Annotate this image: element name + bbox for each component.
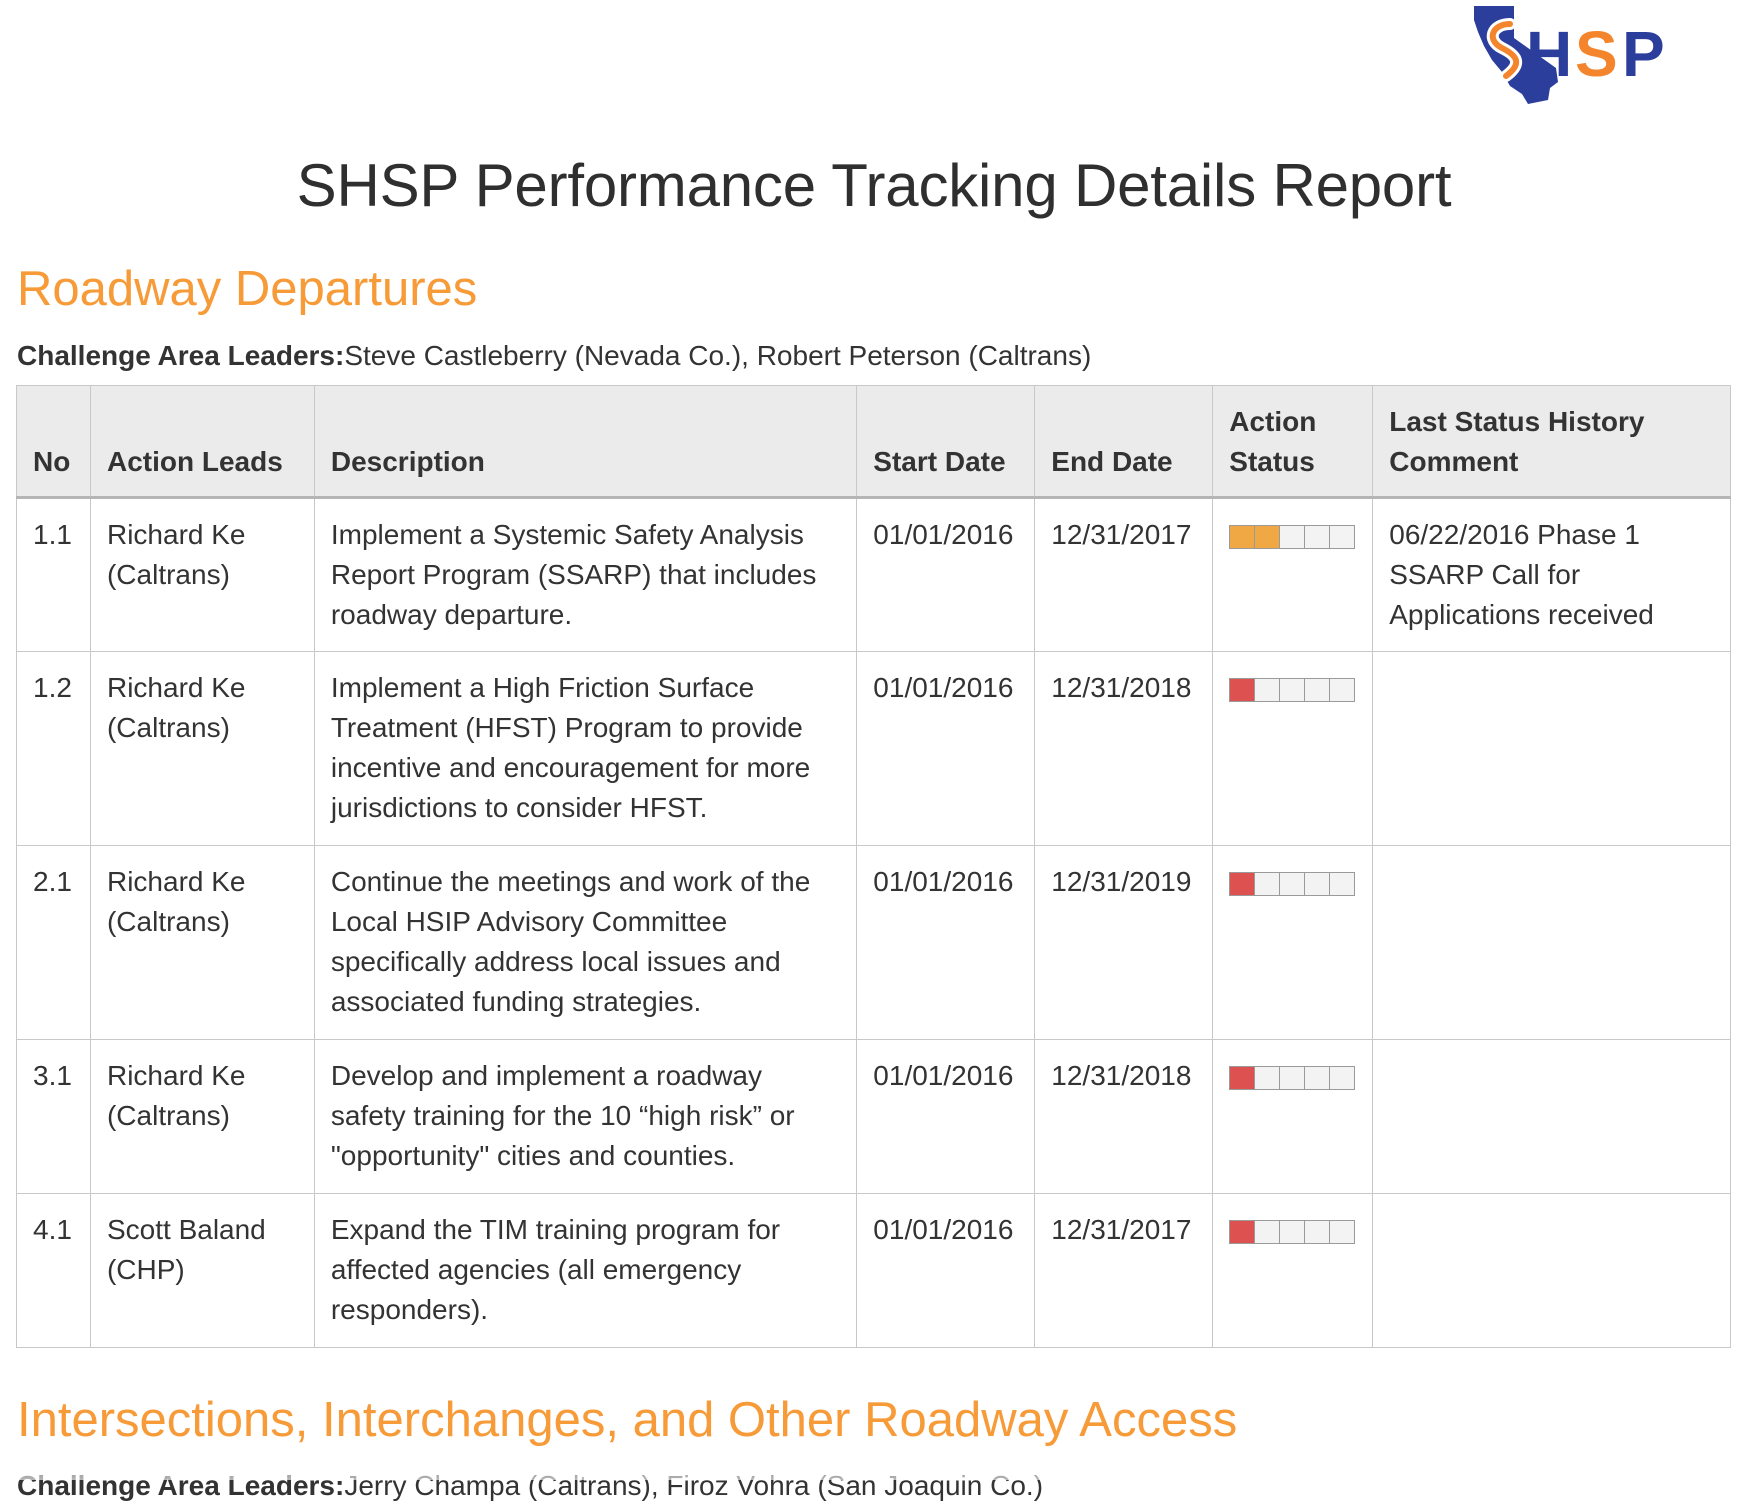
row-start-date: 01/01/2016 [856,1039,1036,1194]
svg-text:H: H [1526,18,1572,90]
shsp-logo: H S P [1474,6,1665,104]
row-description: Implement a Systemic Safety Analysis Rep… [313,497,858,652]
status-segment-empty [1330,679,1355,701]
row-end-date: 12/31/2017 [1034,497,1214,652]
row-start-date: 01/01/2016 [856,1193,1036,1348]
row-start-date: 01/01/2016 [856,497,1036,652]
column-header-description: Description [313,385,858,499]
status-segment-filled [1230,1067,1256,1089]
status-segment-empty [1255,1221,1281,1243]
row-action-lead: Richard Ke (Caltrans) [89,1039,315,1194]
row-no: 4.1 [16,1193,91,1348]
column-header-start-date: Start Date [856,385,1036,499]
row-start-date: 01/01/2016 [856,845,1036,1040]
row-action-status [1212,1193,1374,1348]
status-segment-filled [1255,526,1281,548]
status-segment-empty [1280,526,1306,548]
row-last-comment [1372,651,1731,846]
row-last-comment: 06/22/2016 Phase 1 SSARP Call for Applic… [1372,497,1731,652]
status-segment-empty [1255,873,1281,895]
status-segment-empty [1305,679,1331,701]
report-page: H S P SHSP Performance Tracking Details … [0,0,1748,1501]
status-segment-empty [1330,526,1355,548]
column-header-action-leads: Action Leads [89,385,315,499]
row-description: Expand the TIM training program for affe… [313,1193,858,1348]
tracking-table: No Action Leads Description Start Date E… [16,385,1731,1348]
svg-text:P: P [1622,18,1665,90]
row-last-comment [1372,1039,1731,1194]
status-segment-filled [1230,679,1256,701]
row-description: Continue the meetings and work of the Lo… [313,845,858,1040]
row-end-date: 12/31/2018 [1034,651,1214,846]
status-progress-bar [1229,872,1356,896]
table-row: 2.1 Richard Ke (Caltrans) Continue the m… [16,845,1731,1040]
row-action-status [1212,845,1374,1040]
svg-text:S: S [1575,18,1618,90]
status-progress-bar [1229,1220,1356,1244]
status-segment-empty [1330,1221,1355,1243]
status-segment-filled [1230,873,1256,895]
status-segment-empty [1305,873,1331,895]
challenge-area-leaders: Challenge Area Leaders:Steve Castleberry… [17,340,1091,372]
status-segment-filled [1230,526,1256,548]
status-segment-empty [1255,1067,1281,1089]
status-progress-bar [1229,1066,1356,1090]
report-title: SHSP Performance Tracking Details Report [296,152,1452,219]
row-action-status [1212,1039,1374,1194]
row-end-date: 12/31/2017 [1034,1193,1214,1348]
section-title-roadway-departures: Roadway Departures [17,262,478,316]
row-action-lead: Richard Ke (Caltrans) [89,845,315,1040]
row-no: 1.2 [16,651,91,846]
status-segment-empty [1330,1067,1355,1089]
leaders-label: Challenge Area Leaders: [17,340,345,371]
status-segment-empty [1305,526,1331,548]
row-last-comment [1372,845,1731,1040]
column-header-no: No [16,385,91,499]
status-segment-empty [1280,679,1306,701]
column-header-end-date: End Date [1034,385,1214,499]
row-no: 3.1 [16,1039,91,1194]
bottom-fade [0,1445,1748,1480]
row-last-comment [1372,1193,1731,1348]
row-description: Develop and implement a roadway safety t… [313,1039,858,1194]
status-segment-filled [1230,1221,1256,1243]
section-title-intersections: Intersections, Interchanges, and Other R… [17,1393,1238,1447]
table-header-row: No Action Leads Description Start Date E… [16,385,1731,499]
row-action-lead: Scott Baland (CHP) [89,1193,315,1348]
row-description: Implement a High Friction Surface Treatm… [313,651,858,846]
status-segment-empty [1305,1067,1331,1089]
column-header-action-status: Action Status [1212,385,1374,499]
status-progress-bar [1229,678,1356,702]
table-row: 1.2 Richard Ke (Caltrans) Implement a Hi… [16,651,1731,846]
status-segment-empty [1305,1221,1331,1243]
row-end-date: 12/31/2019 [1034,845,1214,1040]
status-segment-empty [1255,679,1281,701]
column-header-last-comment: Last Status History Comment [1372,385,1731,499]
table-row: 4.1 Scott Baland (CHP) Expand the TIM tr… [16,1193,1731,1348]
row-action-status [1212,651,1374,846]
table-row: 3.1 Richard Ke (Caltrans) Develop and im… [16,1039,1731,1194]
row-no: 1.1 [16,497,91,652]
status-segment-empty [1280,1067,1306,1089]
status-segment-empty [1280,1221,1306,1243]
table-row: 1.1 Richard Ke (Caltrans) Implement a Sy… [16,497,1731,652]
status-segment-empty [1280,873,1306,895]
leaders-names: Steve Castleberry (Nevada Co.), Robert P… [344,340,1092,371]
status-segment-empty [1330,873,1355,895]
row-end-date: 12/31/2018 [1034,1039,1214,1194]
row-action-lead: Richard Ke (Caltrans) [89,497,315,652]
status-progress-bar [1229,525,1356,549]
row-start-date: 01/01/2016 [856,651,1036,846]
row-action-status [1212,497,1374,652]
row-no: 2.1 [16,845,91,1040]
row-action-lead: Richard Ke (Caltrans) [89,651,315,846]
